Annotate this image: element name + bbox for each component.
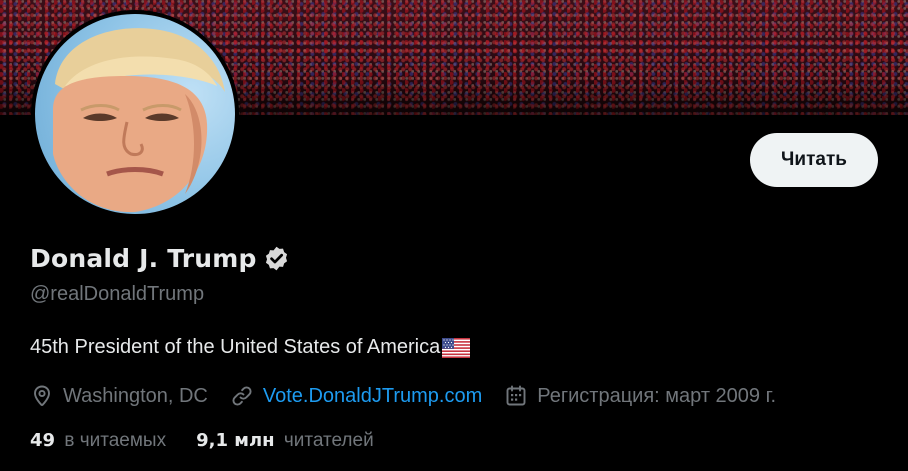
- profile-avatar[interactable]: [31, 10, 239, 218]
- bio-text: 45th President of the United States of A…: [30, 336, 441, 358]
- display-name: Donald J. Trump: [30, 244, 257, 273]
- location-item: Washington, DC: [30, 384, 208, 408]
- location-text: Washington, DC: [63, 384, 208, 407]
- joined-text: Регистрация: март 2009 г.: [537, 384, 776, 407]
- avatar-portrait-image: [53, 28, 225, 213]
- calendar-icon: [506, 385, 526, 406]
- website-item[interactable]: Vote.DonaldJTrump.com: [230, 384, 482, 408]
- link-icon: [232, 386, 252, 406]
- profile-meta: Washington, DC Vote.DonaldJTrump.com Рег…: [30, 382, 798, 410]
- location-pin-icon: [34, 385, 50, 406]
- follow-stats: 49 в читаемых 9,1 млн читателей: [30, 430, 404, 452]
- followers-label: читателей: [283, 430, 374, 451]
- joined-item: Регистрация: март 2009 г.: [504, 384, 776, 408]
- us-flag-icon: [442, 337, 471, 358]
- following-stat[interactable]: 49 в читаемых: [30, 430, 166, 452]
- following-count: 49: [30, 430, 56, 451]
- avatar-photo: [35, 14, 235, 214]
- profile-header: Читать Donald J. Trump @realDonaldTrump …: [0, 0, 908, 471]
- follow-button[interactable]: Читать: [750, 133, 878, 187]
- followers-stat[interactable]: 9,1 млн читателей: [196, 430, 374, 452]
- verified-badge-icon[interactable]: [263, 245, 290, 272]
- profile-bio: 45th President of the United States of A…: [30, 336, 471, 359]
- website-link[interactable]: Vote.DonaldJTrump.com: [263, 385, 482, 408]
- user-handle: @realDonaldTrump: [30, 283, 205, 305]
- followers-count: 9,1 млн: [196, 430, 275, 451]
- following-label: в читаемых: [64, 430, 167, 451]
- display-name-row: Donald J. Trump: [30, 244, 290, 273]
